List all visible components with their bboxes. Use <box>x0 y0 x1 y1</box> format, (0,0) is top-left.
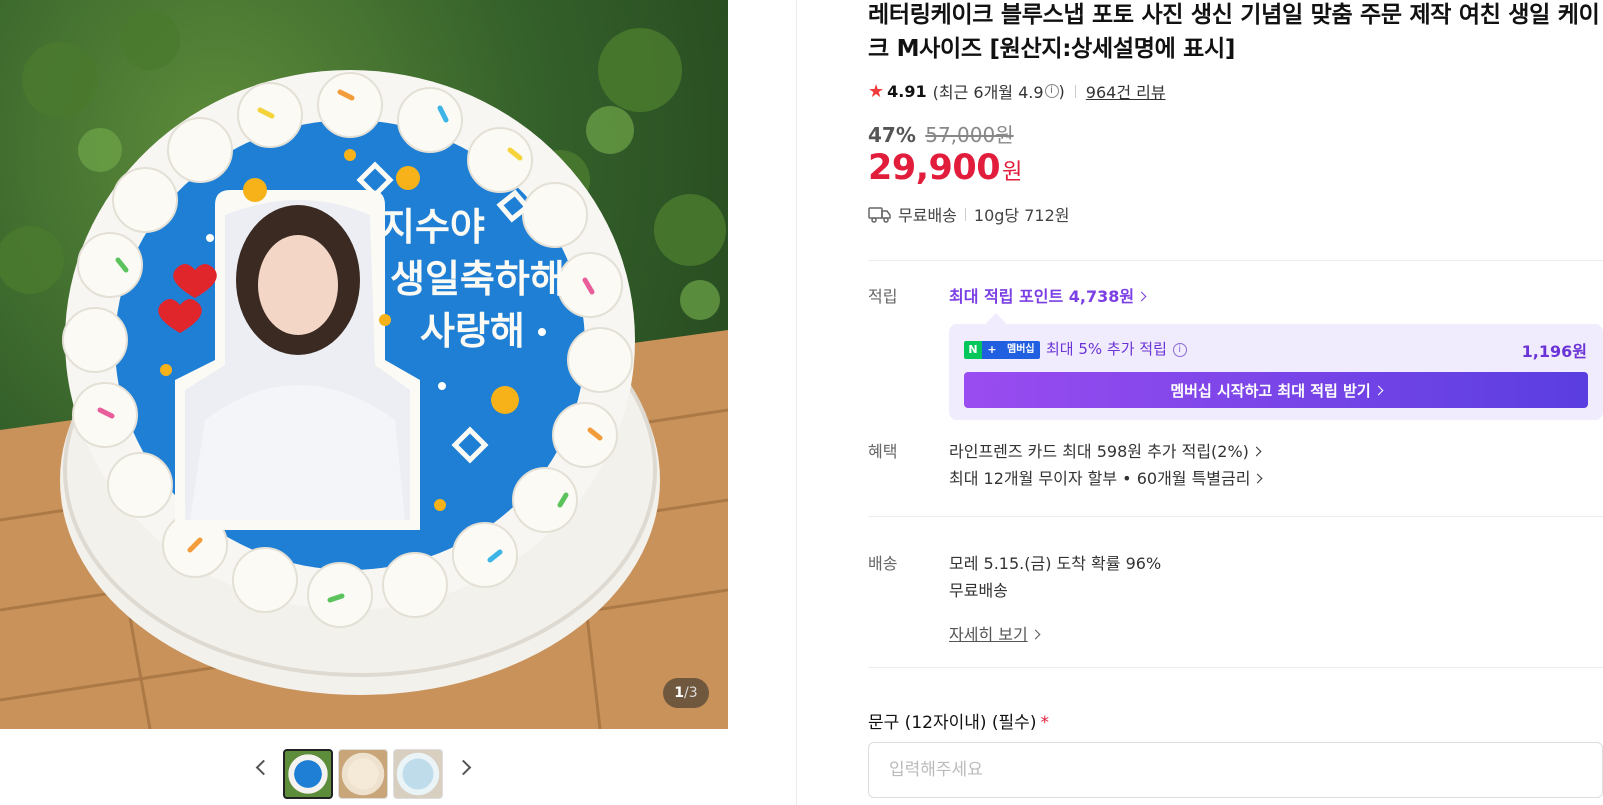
product-gallery: 지수야 생일축하해 사랑해 1/3 <box>0 0 728 805</box>
chevron-right-icon <box>1251 446 1262 457</box>
image-counter-current: 1 <box>674 685 685 701</box>
cake-lettering-line2: 생일축하해 <box>390 257 565 301</box>
membership-extra-points-text: 최대 5% 추가 적립 <box>1046 340 1167 358</box>
original-price: 57,000원 <box>925 123 1014 147</box>
price-unit: 원 <box>1002 160 1023 185</box>
thumbnail-1[interactable] <box>283 749 333 799</box>
thumbnail-3[interactable] <box>393 749 443 799</box>
product-title: 레터링케이크 블루스냅 포토 사진 생신 기념일 맞춤 주문 제작 여친 생일 … <box>868 2 1600 62</box>
chevron-right-icon <box>1030 629 1041 640</box>
info-icon[interactable]: i <box>1172 342 1187 357</box>
section-divider <box>868 667 1603 668</box>
image-counter-total: 3 <box>688 685 698 701</box>
review-count-link[interactable]: 964건 리뷰 <box>1086 79 1166 103</box>
delivery-detail-text: 자세히 보기 <box>949 625 1028 644</box>
next-image-button[interactable] <box>454 749 478 785</box>
delivery-detail-link[interactable]: 자세히 보기 <box>949 621 1041 645</box>
membership-extra-points: 최대 5% 추가 적립 i <box>1046 338 1187 359</box>
membership-start-label: 멤버십 시작하고 최대 적립 받기 <box>1170 381 1371 400</box>
star-icon: ★ <box>868 80 885 102</box>
unit-price: 10g당 712원 <box>973 206 1070 225</box>
price-row: 29,900원 <box>868 148 1022 188</box>
column-divider <box>796 0 797 805</box>
truck-icon <box>868 207 891 223</box>
lettering-option-label: 문구 (12자이내) (필수) * <box>868 708 1049 733</box>
card-benefit-link[interactable]: 라인프렌즈 카드 최대 598원 추가 적립(2%) <box>949 438 1262 462</box>
section-divider <box>868 260 1603 261</box>
thumbnail-2[interactable] <box>338 749 388 799</box>
naver-n-icon: N <box>964 341 982 359</box>
points-label: 적립 <box>868 287 898 306</box>
chevron-right-icon <box>1253 473 1263 484</box>
thumbnail-strip <box>0 729 728 805</box>
membership-badge-label: 멤버십 <box>1002 341 1040 359</box>
rating-recent: (최근 6개월 4.9 <box>932 83 1044 102</box>
lettering-option-label-text: 문구 (12자이내) (필수) <box>868 713 1037 733</box>
rating-row: ★ 4.91 (최근 6개월 4.9 i ) 964건 리뷰 <box>868 79 1166 103</box>
prev-image-button[interactable] <box>248 749 272 785</box>
cake-photo-illustration: 지수야 생일축하해 사랑해 <box>0 10 728 729</box>
info-icon[interactable]: i <box>1044 84 1059 98</box>
installment-text: 최대 12개월 무이자 할부 • 60개월 특별금리 <box>949 469 1251 488</box>
benefits-label: 혜택 <box>868 442 898 461</box>
cake-lettering-line1: 지수야 <box>380 205 485 249</box>
installment-link[interactable]: 최대 12개월 무이자 할부 • 60개월 특별금리 <box>949 465 1263 489</box>
max-points-text: 최대 적립 포인트 4,738원 <box>949 287 1135 306</box>
chevron-left-icon <box>255 759 271 775</box>
free-shipping-text: 무료배송 <box>898 206 957 225</box>
chevron-right-icon <box>1373 385 1384 395</box>
membership-amount: 1,196원 <box>1521 342 1587 361</box>
discount-row: 47% 57,000원 <box>868 119 1014 148</box>
lettering-input[interactable] <box>868 742 1603 798</box>
chevron-right-icon <box>1136 291 1147 302</box>
delivery-label: 배송 <box>868 554 898 573</box>
rating-score: 4.91 <box>887 81 927 101</box>
delivery-arrival: 모레 5.15.(금) 도착 확률 96% <box>949 554 1162 573</box>
card-benefit-text: 라인프렌즈 카드 최대 598원 추가 적립(2%) <box>949 442 1249 461</box>
max-points-link[interactable]: 최대 적립 포인트 4,738원 <box>949 283 1147 307</box>
plus-icon: + <box>982 341 1002 359</box>
cake-lettering-line3: 사랑해 <box>420 309 525 353</box>
divider <box>1074 84 1076 98</box>
membership-start-button[interactable]: 멤버십 시작하고 최대 적립 받기 <box>964 372 1588 408</box>
membership-box: N + 멤버십 최대 5% 추가 적립 i 1,196원 멤버십 시작하고 최대… <box>949 324 1603 420</box>
divider <box>964 207 966 221</box>
discount-rate: 47% <box>868 123 916 147</box>
required-mark: * <box>1040 713 1049 733</box>
sale-price: 29,900 <box>868 148 1001 188</box>
image-counter: 1/3 <box>663 678 709 708</box>
rating-recent-close: ) <box>1058 81 1065 101</box>
product-main-image[interactable]: 지수야 생일축하해 사랑해 1/3 <box>0 0 728 729</box>
section-divider <box>868 516 1603 517</box>
shipping-summary: 무료배송 10g당 712원 <box>868 202 1069 226</box>
delivery-fee: 무료배송 <box>949 581 1008 600</box>
membership-badge: N + 멤버십 <box>964 341 1040 359</box>
chevron-right-icon <box>455 759 471 775</box>
